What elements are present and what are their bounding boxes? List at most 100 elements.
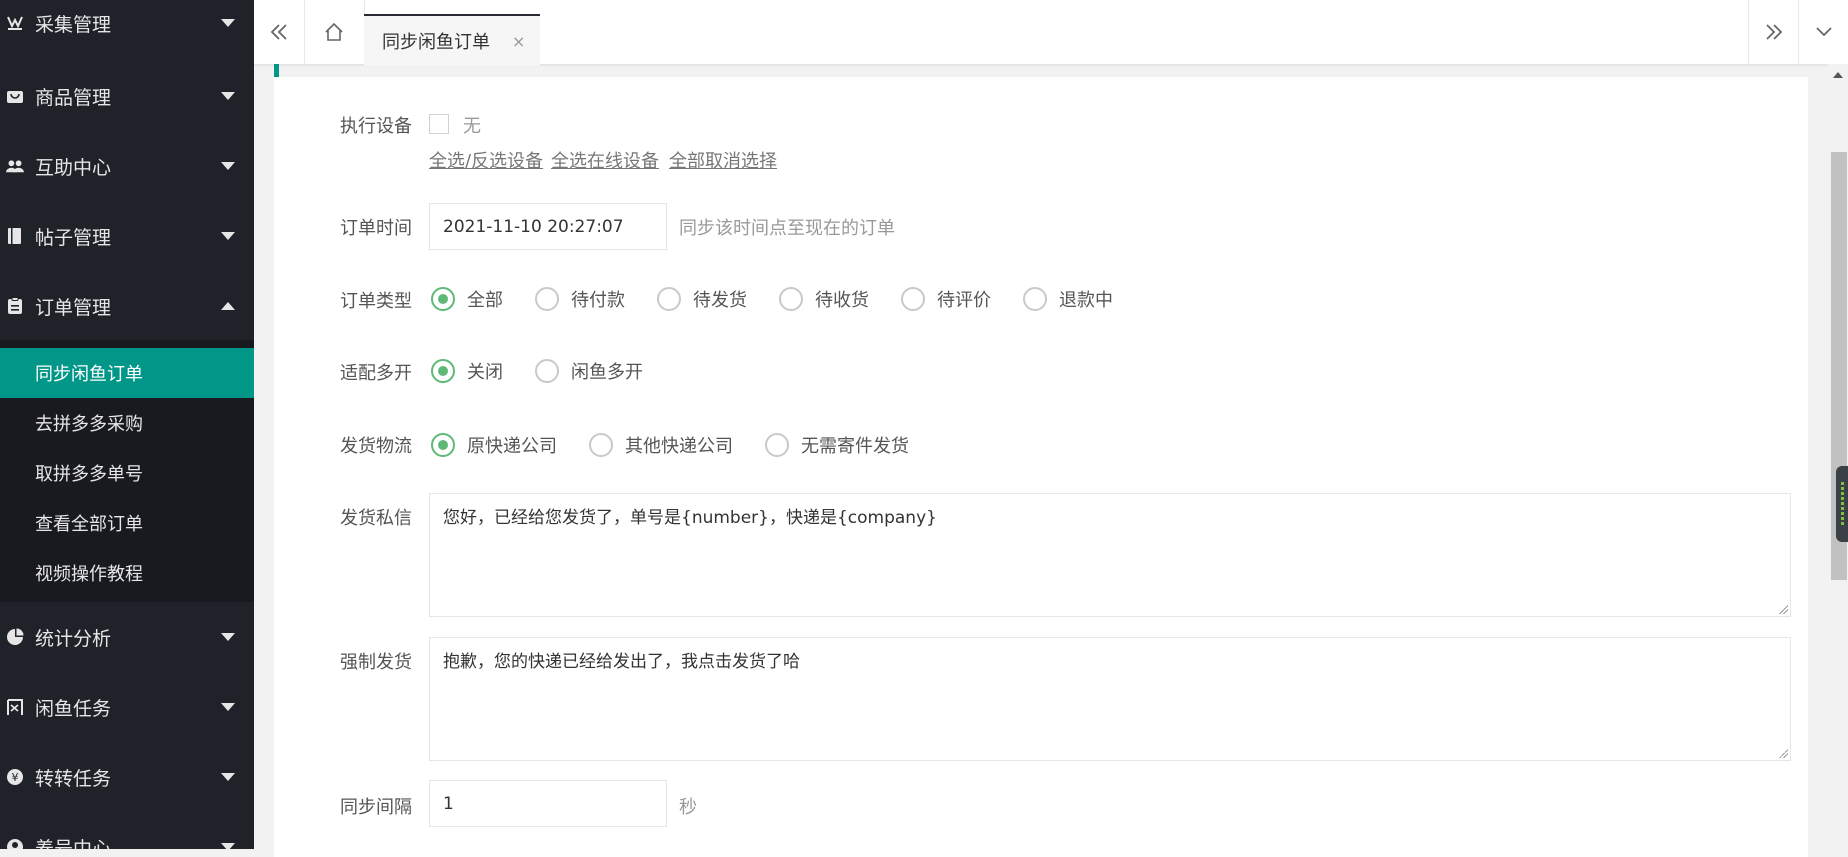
order-time-label: 订单时间 bbox=[340, 218, 412, 239]
submenu-item-video-tutorial[interactable]: 视频操作教程 bbox=[0, 548, 254, 598]
sync-interval-label: 同步间隔 bbox=[340, 797, 412, 818]
radio-dot bbox=[431, 359, 455, 383]
xianyu-icon bbox=[6, 698, 24, 716]
home-tab-button[interactable] bbox=[304, 0, 365, 64]
sidebar-item-label: 转转任务 bbox=[35, 767, 112, 790]
sidebar-item-label: 统计分析 bbox=[35, 627, 112, 650]
sidebar-item-xianyu-tasks[interactable]: 闲鱼任务 bbox=[0, 672, 254, 742]
submenu-item-label: 去拼多多采购 bbox=[35, 414, 143, 435]
scroll-up-arrow-icon[interactable] bbox=[1833, 72, 1843, 78]
submenu-item-pdd-tracking[interactable]: 取拼多多单号 bbox=[0, 448, 254, 498]
sidebar-item-account-center[interactable]: 养号中心 bbox=[0, 812, 254, 849]
svg-text:¥: ¥ bbox=[12, 771, 19, 784]
submenu-item-all-orders[interactable]: 查看全部订单 bbox=[0, 498, 254, 548]
radio-order-type-pending-shipment[interactable]: 待发货 bbox=[657, 286, 747, 312]
device-label: 执行设备 bbox=[340, 116, 412, 137]
radio-logistics-other-courier[interactable]: 其他快递公司 bbox=[589, 432, 733, 458]
sidebar-item-label: 闲鱼任务 bbox=[35, 697, 112, 720]
sidebar-item-posts[interactable]: 帖子管理 bbox=[0, 201, 254, 271]
device-checkbox[interactable] bbox=[429, 114, 449, 134]
sidebar: 采集管理 商品管理 互助中心 帖子管理 订单管理 同步闲鱼订单 去拼多多采购 取… bbox=[0, 0, 254, 849]
orders-submenu: 同步闲鱼订单 去拼多多采购 取拼多多单号 查看全部订单 视频操作教程 bbox=[0, 340, 254, 602]
radio-label: 待付款 bbox=[571, 290, 625, 311]
collect-icon bbox=[6, 14, 24, 32]
bag-icon bbox=[6, 87, 24, 105]
radio-dot bbox=[657, 287, 681, 311]
chevron-down-icon bbox=[221, 633, 235, 641]
radio-dot bbox=[535, 287, 559, 311]
tab-label: 同步闲鱼订单 bbox=[382, 32, 490, 53]
chevron-down-icon bbox=[221, 19, 235, 27]
radio-order-type-refunding[interactable]: 退款中 bbox=[1023, 286, 1113, 312]
book-icon bbox=[6, 227, 24, 245]
zhuanzhuan-icon: ¥ bbox=[6, 768, 24, 786]
chevron-down-icon bbox=[221, 773, 235, 781]
order-time-input[interactable] bbox=[429, 203, 667, 250]
sidebar-item-label: 订单管理 bbox=[35, 296, 112, 319]
sidebar-item-help-center[interactable]: 互助中心 bbox=[0, 131, 254, 201]
sidebar-item-label: 互助中心 bbox=[35, 156, 112, 179]
order-type-label: 订单类型 bbox=[340, 291, 412, 312]
select-invert-devices-link[interactable]: 全选/反选设备 bbox=[429, 147, 543, 173]
resize-handle-icon[interactable] bbox=[1778, 604, 1788, 614]
double-chevron-left-icon bbox=[270, 24, 287, 40]
logistics-label: 发货物流 bbox=[340, 436, 412, 457]
floating-side-widget[interactable] bbox=[1836, 466, 1848, 542]
radio-logistics-no-shipping[interactable]: 无需寄件发货 bbox=[765, 432, 909, 458]
account-icon bbox=[6, 838, 24, 849]
submenu-item-sync-xianyu-orders[interactable]: 同步闲鱼订单 bbox=[0, 348, 254, 398]
sync-interval-unit: 秒 bbox=[679, 797, 697, 818]
ship-message-textarea[interactable]: 您好，已经给您发货了，单号是{number}，快递是{company} bbox=[429, 493, 1791, 617]
radio-label: 退款中 bbox=[1059, 290, 1113, 311]
chevron-down-icon bbox=[1816, 27, 1832, 37]
sidebar-item-collect[interactable]: 采集管理 bbox=[0, 0, 254, 58]
radio-order-type-all[interactable]: 全部 bbox=[431, 286, 503, 312]
radio-dot bbox=[765, 433, 789, 457]
radio-dot bbox=[779, 287, 803, 311]
deselect-all-devices-link[interactable]: 全部取消选择 bbox=[669, 147, 777, 173]
logistics-radio-group: 原快递公司 其他快递公司 无需寄件发货 bbox=[431, 432, 941, 458]
sidebar-item-label: 商品管理 bbox=[35, 86, 112, 109]
radio-dot bbox=[535, 359, 559, 383]
tab-sync-xianyu-orders[interactable]: 同步闲鱼订单 × bbox=[364, 14, 540, 66]
users-icon bbox=[6, 157, 24, 175]
chevron-down-icon bbox=[221, 162, 235, 170]
submenu-item-label: 查看全部订单 bbox=[35, 514, 143, 535]
radio-logistics-original-courier[interactable]: 原快递公司 bbox=[431, 432, 557, 458]
submenu-item-label: 取拼多多单号 bbox=[35, 464, 143, 485]
force-ship-label: 强制发货 bbox=[340, 652, 412, 673]
card-accent-bar bbox=[274, 64, 279, 77]
tab-bar: 同步闲鱼订单 × bbox=[254, 0, 1848, 66]
sidebar-item-products[interactable]: 商品管理 bbox=[0, 61, 254, 131]
home-icon bbox=[325, 22, 343, 41]
radio-dot bbox=[589, 433, 613, 457]
sidebar-item-label: 帖子管理 bbox=[35, 226, 112, 249]
scroll-tabs-left-button[interactable] bbox=[254, 0, 305, 64]
multi-open-label: 适配多开 bbox=[340, 363, 412, 384]
radio-multi-open-off[interactable]: 关闭 bbox=[431, 358, 503, 384]
radio-multi-open-xianyu[interactable]: 闲鱼多开 bbox=[535, 358, 643, 384]
sidebar-item-zhuanzhuan-tasks[interactable]: ¥ 转转任务 bbox=[0, 742, 254, 812]
chevron-down-icon bbox=[221, 703, 235, 711]
sidebar-item-statistics[interactable]: 统计分析 bbox=[0, 602, 254, 672]
radio-order-type-pending-payment[interactable]: 待付款 bbox=[535, 286, 625, 312]
select-online-devices-link[interactable]: 全选在线设备 bbox=[551, 147, 659, 173]
resize-handle-icon[interactable] bbox=[1778, 748, 1788, 758]
chevron-down-icon bbox=[221, 232, 235, 240]
sync-interval-input[interactable] bbox=[429, 780, 667, 827]
radio-dot bbox=[431, 287, 455, 311]
radio-label: 关闭 bbox=[467, 362, 503, 383]
radio-order-type-pending-receipt[interactable]: 待收货 bbox=[779, 286, 869, 312]
order-time-hint: 同步该时间点至现在的订单 bbox=[679, 218, 895, 239]
multi-open-radio-group: 关闭 闲鱼多开 bbox=[431, 358, 675, 384]
radio-order-type-pending-review[interactable]: 待评价 bbox=[901, 286, 991, 312]
force-ship-textarea[interactable]: 抱歉，您的快递已经给发出了，我点击发货了哈 bbox=[429, 637, 1791, 761]
close-icon[interactable]: × bbox=[512, 32, 525, 51]
radio-dot bbox=[1023, 287, 1047, 311]
sidebar-item-orders[interactable]: 订单管理 bbox=[0, 271, 254, 341]
scroll-tabs-right-button[interactable] bbox=[1748, 0, 1799, 64]
submenu-item-label: 视频操作教程 bbox=[35, 564, 143, 585]
device-option-label: 无 bbox=[463, 116, 481, 137]
tab-options-dropdown-button[interactable] bbox=[1798, 0, 1848, 64]
submenu-item-pdd-purchase[interactable]: 去拼多多采购 bbox=[0, 398, 254, 448]
